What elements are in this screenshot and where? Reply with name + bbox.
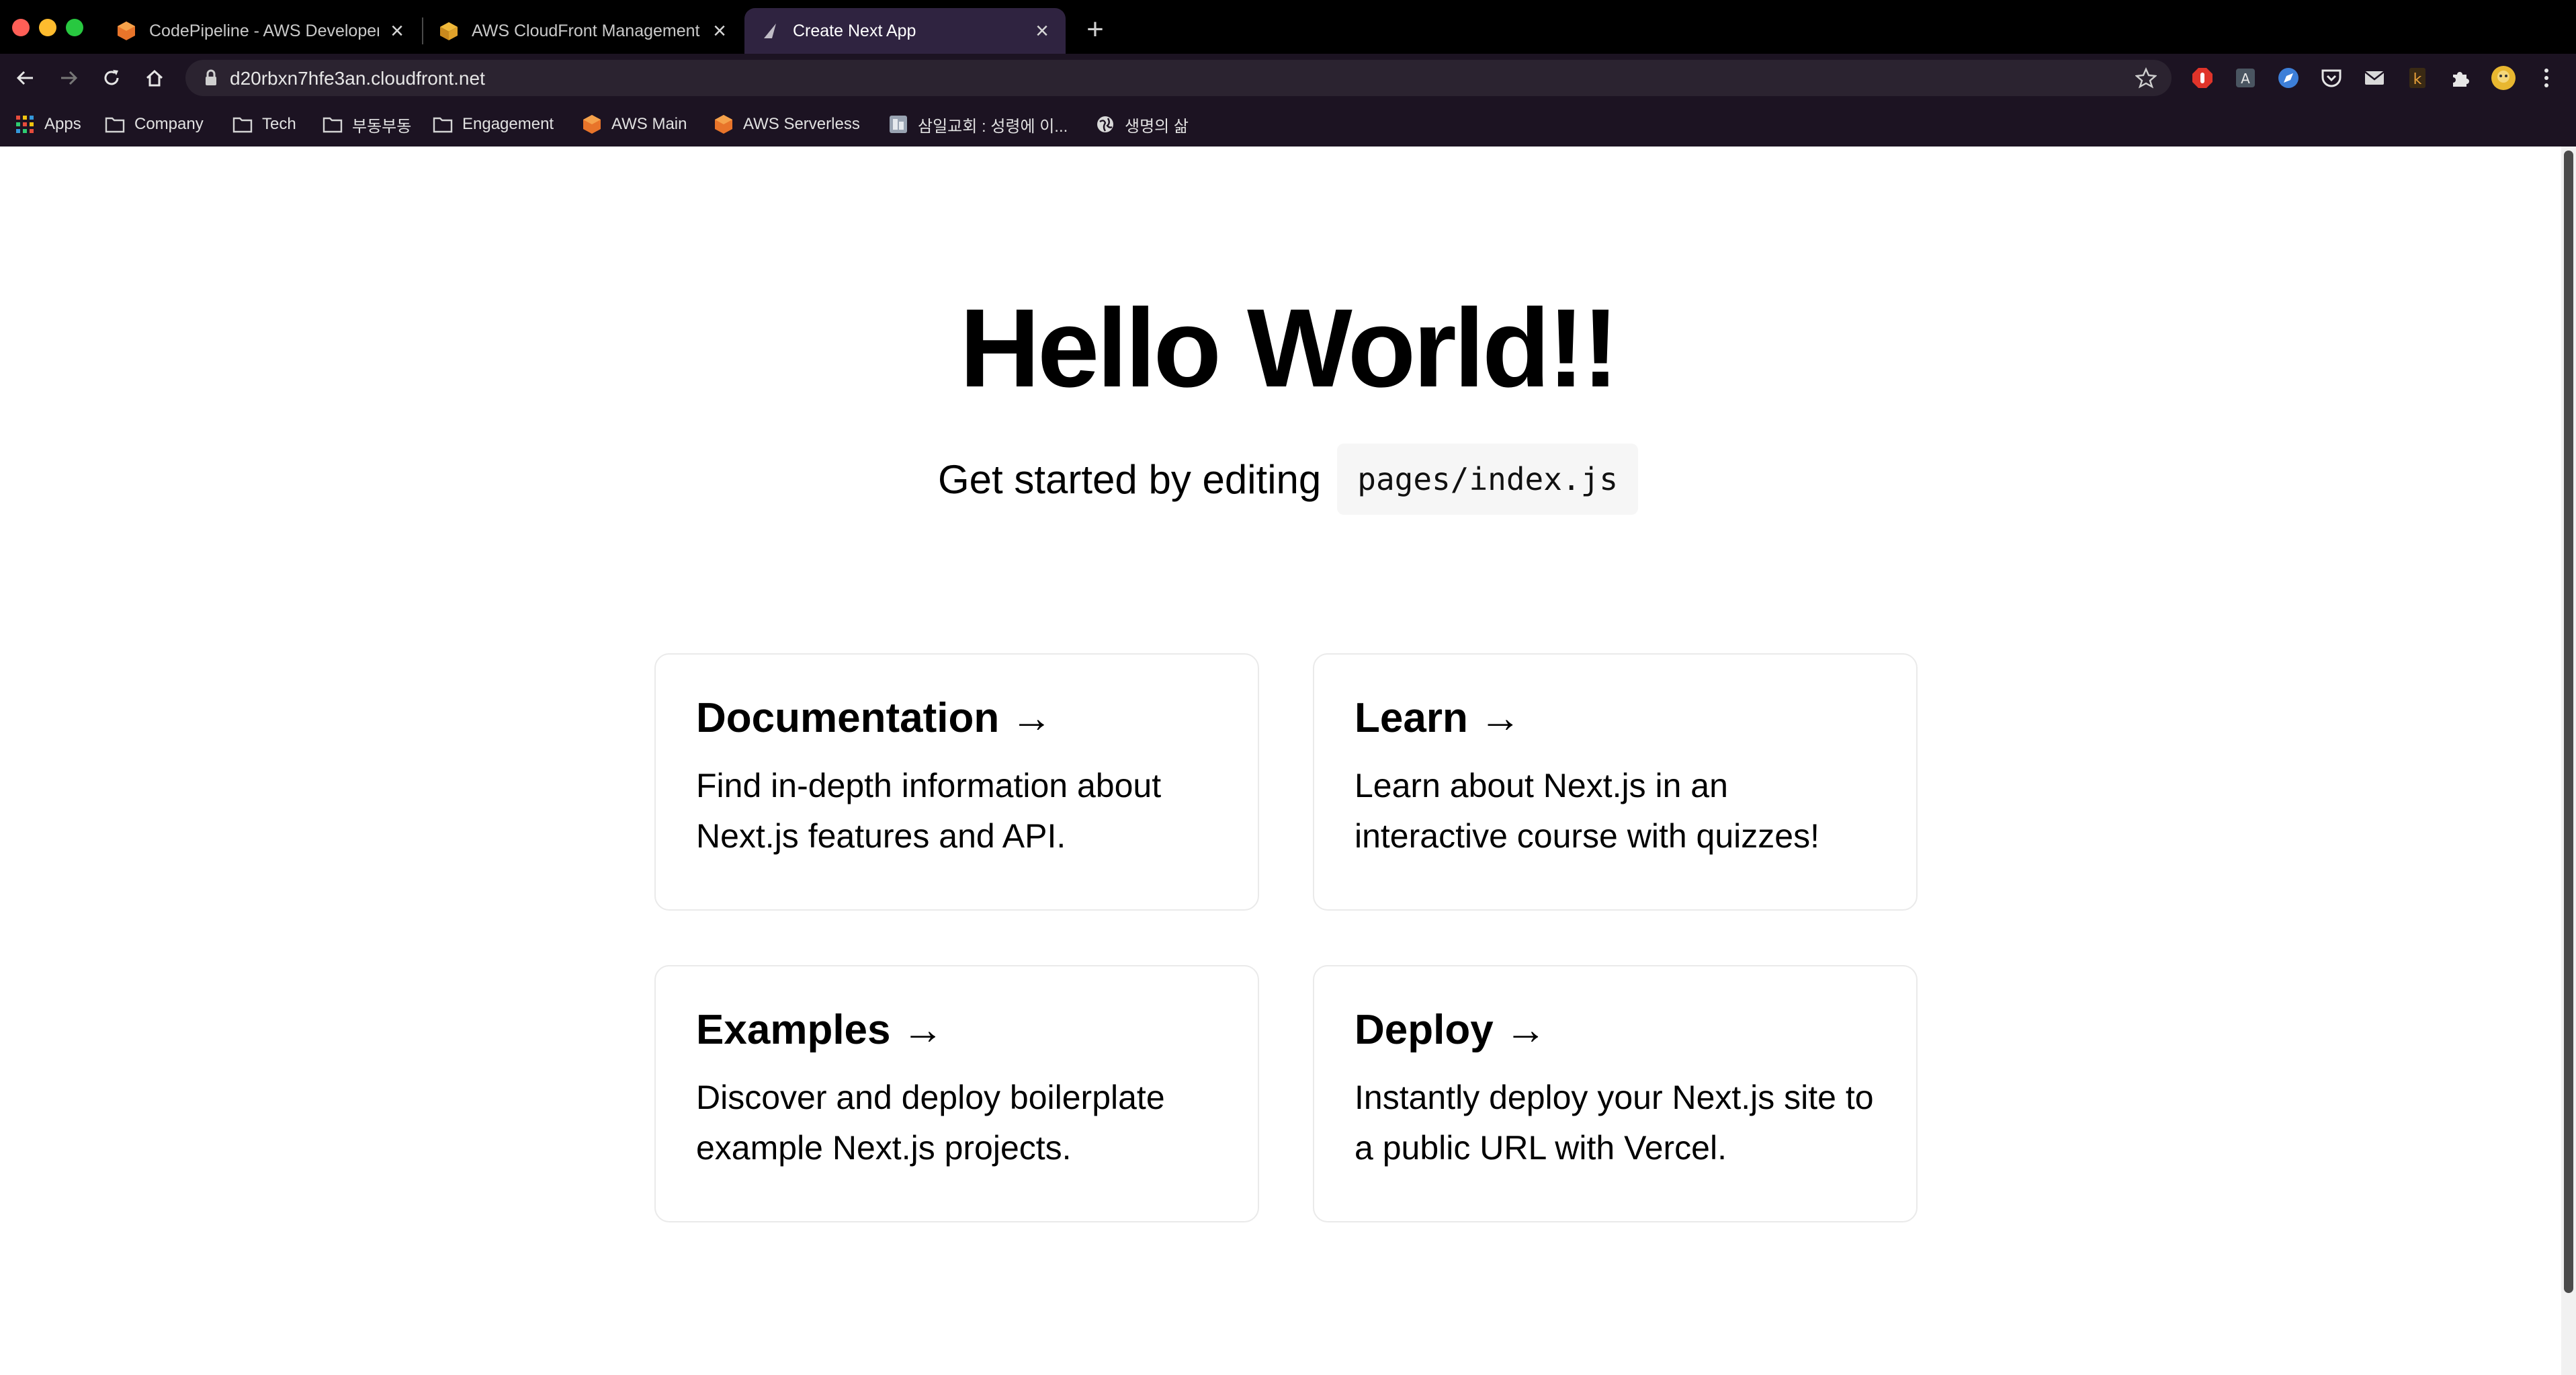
home-icon: [146, 69, 163, 87]
tab-strip: CodePipeline - AWS Developer × AWS Cloud…: [0, 0, 2576, 54]
bookmark-label: AWS Serverless: [743, 115, 860, 133]
bookmark-label: Tech: [262, 115, 296, 133]
menu-kebab-icon[interactable]: [2533, 65, 2560, 91]
reload-button[interactable]: [97, 63, 126, 93]
close-icon[interactable]: ×: [708, 19, 731, 42]
bookmark-label: Engagement: [462, 115, 554, 133]
svg-text:A: A: [2241, 71, 2250, 87]
card-title: Examples →: [696, 1007, 944, 1053]
aws-icon: [582, 114, 602, 134]
tab-title: AWS CloudFront Management: [472, 21, 700, 40]
nextjs-icon: [759, 20, 781, 42]
aws-cloudfront-icon: [438, 20, 460, 42]
page-title: Hello World!!: [959, 286, 1619, 411]
apps-grid-icon: [15, 114, 35, 134]
page-subtitle: Get started by editing: [937, 456, 1322, 502]
browser-toolbar: d20rbxn7hfe3an.cloudfront.net A k: [0, 54, 2576, 102]
card-description: Discover and deploy boilerplate example …: [696, 1079, 1165, 1167]
card-title: Learn →: [1355, 695, 1522, 741]
close-icon[interactable]: ×: [1031, 19, 1054, 42]
url-text: d20rbxn7hfe3an.cloudfront.net: [230, 68, 485, 89]
card-documentation[interactable]: Documentation → Find in-depth informatio…: [654, 653, 1259, 911]
bookmark-folder-budongbudong[interactable]: 부동부동: [323, 102, 411, 147]
bookmark-life-of-life[interactable]: 생명의 삶: [1095, 102, 1189, 147]
bookmark-star-icon[interactable]: [2135, 67, 2157, 89]
bookmark-label: 삼일교회 : 성령에 이...: [918, 117, 1068, 136]
tab-title: Create Next App: [793, 21, 916, 40]
bookmark-apps[interactable]: Apps: [15, 102, 81, 147]
card-title: Documentation →: [696, 695, 1053, 741]
card-description: Instantly deploy your Next.js site to a …: [1355, 1079, 1874, 1167]
scrollbar-thumb[interactable]: [2564, 151, 2573, 1293]
reload-icon: [104, 70, 119, 85]
browser-chrome: CodePipeline - AWS Developer × AWS Cloud…: [0, 0, 2576, 147]
tab-codepipeline[interactable]: CodePipeline - AWS Developer ×: [101, 8, 421, 54]
card-learn[interactable]: Learn → Learn about Next.js in an intera…: [1313, 653, 1918, 911]
bookmark-label: 부동부동: [352, 117, 412, 136]
aws-icon: [714, 114, 734, 134]
close-window-button[interactable]: [12, 19, 30, 36]
page-content: Hello World!! Get started by editing pag…: [0, 147, 2561, 1375]
svg-text:k: k: [2413, 71, 2422, 88]
tab-create-next-app[interactable]: Create Next App ×: [744, 8, 1066, 54]
card-examples[interactable]: Examples → Discover and deploy boilerpla…: [654, 965, 1259, 1222]
lock-icon: [206, 69, 216, 85]
folder-icon: [105, 114, 125, 134]
bookmark-aws-main[interactable]: AWS Main: [582, 102, 687, 147]
bookmark-label: Apps: [44, 115, 81, 133]
pocket-extension-icon[interactable]: [2318, 65, 2345, 91]
tab-title: CodePipeline - AWS Developer: [149, 21, 379, 40]
card-deploy[interactable]: Deploy → Instantly deploy your Next.js s…: [1313, 965, 1918, 1222]
forward-button[interactable]: [54, 63, 83, 93]
folder-icon: [232, 114, 253, 134]
tab-cloudfront[interactable]: AWS CloudFront Management ×: [423, 8, 743, 54]
bookmark-aws-serverless[interactable]: AWS Serverless: [714, 102, 860, 147]
k-extension-icon[interactable]: k: [2404, 65, 2431, 91]
forward-arrow-icon: [61, 71, 78, 85]
bookmark-folder-engagement[interactable]: Engagement: [433, 102, 554, 147]
translate-extension-icon[interactable]: A: [2232, 65, 2259, 91]
mail-extension-icon[interactable]: [2361, 65, 2388, 91]
bookmark-samil-church[interactable]: 삼일교회 : 성령에 이...: [888, 102, 1068, 147]
adblock-extension-icon[interactable]: [2189, 65, 2216, 91]
bookmark-folder-company[interactable]: Company: [105, 102, 204, 147]
card-title: Deploy →: [1355, 1007, 1547, 1053]
bookmark-folder-tech[interactable]: Tech: [232, 102, 296, 147]
zoom-window-button[interactable]: [66, 19, 83, 36]
code-snippet: pages/index.js: [1337, 444, 1639, 515]
extensions-puzzle-icon[interactable]: [2447, 65, 2474, 91]
globe-icon: [1095, 114, 1115, 134]
bookmarks-bar: Apps Company Tech 부동부동 Engagement AWS Ma…: [0, 102, 2576, 147]
bookmark-label: Company: [134, 115, 204, 133]
back-arrow-icon: [16, 71, 33, 85]
bookmark-label: AWS Main: [611, 115, 687, 133]
aws-codepipeline-icon: [116, 20, 137, 42]
profile-avatar[interactable]: [2490, 65, 2517, 91]
home-button[interactable]: [140, 63, 169, 93]
card-description: Learn about Next.js in an interactive co…: [1355, 767, 1819, 856]
back-button[interactable]: [11, 63, 40, 93]
bookmark-label: 생명의 삶: [1125, 117, 1189, 136]
folder-icon: [323, 114, 343, 134]
close-icon[interactable]: ×: [386, 19, 409, 42]
page-scrollbar[interactable]: [2561, 147, 2576, 1375]
card-description: Find in-depth information about Next.js …: [696, 767, 1162, 856]
compass-extension-icon[interactable]: [2275, 65, 2302, 91]
address-bar[interactable]: d20rbxn7hfe3an.cloudfront.net: [185, 60, 2172, 96]
site-icon: [888, 114, 908, 134]
subtitle-row: Get started by editing pages/index.js: [0, 444, 2576, 515]
folder-icon: [433, 114, 453, 134]
minimize-window-button[interactable]: [39, 19, 56, 36]
new-tab-button[interactable]: +: [1080, 15, 1110, 44]
